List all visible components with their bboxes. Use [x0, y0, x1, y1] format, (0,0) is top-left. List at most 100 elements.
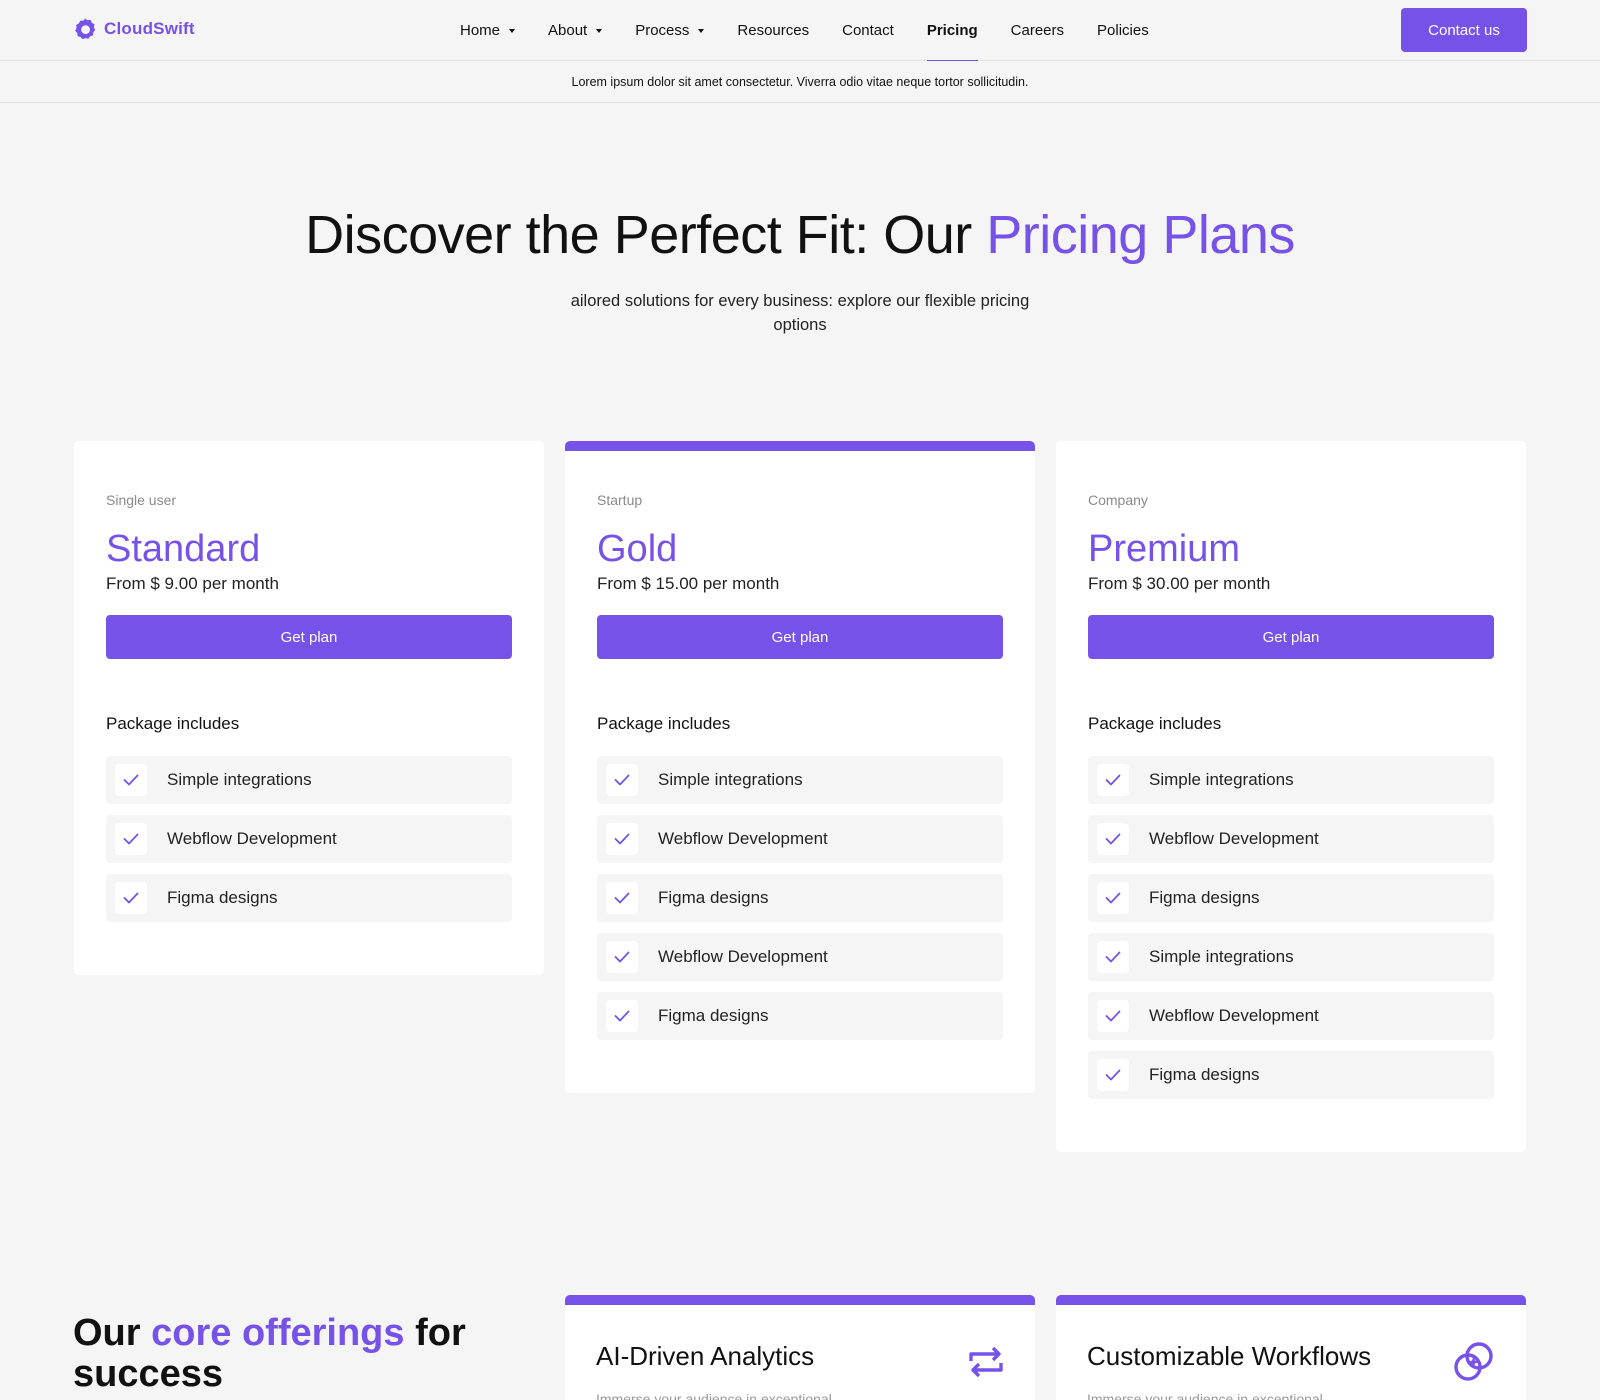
check-icon [606, 1000, 638, 1032]
check-icon [606, 941, 638, 973]
offering-card-title: Customizable Workflows [1087, 1341, 1372, 1371]
feature-label: Webflow Development [658, 947, 828, 966]
feature-item: Webflow Development [1088, 992, 1494, 1040]
feature-label: Figma designs [167, 888, 278, 907]
feature-item: Simple integrations [1088, 756, 1494, 804]
nav-item-label: About [548, 22, 588, 39]
feature-label: Figma designs [658, 1006, 769, 1025]
plan-name: Standard [106, 528, 261, 570]
feature-label: Simple integrations [658, 770, 803, 789]
feature-label: Figma designs [658, 888, 769, 907]
offerings-title-accent: core offerings [151, 1312, 405, 1354]
feature-item: Figma designs [1088, 874, 1494, 922]
nav-item-label: Resources [737, 22, 810, 39]
feature-item: Figma designs [597, 992, 1003, 1040]
plan-price: From $ 30.00 per month [1088, 574, 1271, 593]
cloud-logo-icon [75, 18, 96, 40]
feature-label: Webflow Development [167, 829, 337, 848]
pricing-card-premium: Company Premium From $ 30.00 per month G… [1056, 441, 1526, 1152]
check-icon [115, 764, 147, 796]
feature-label: Webflow Development [658, 829, 828, 848]
get-plan-button[interactable]: Get plan [597, 615, 1003, 659]
check-icon [1097, 764, 1129, 796]
nav-item-process[interactable]: Process [635, 0, 705, 61]
navbar: CloudSwift Home About Process Resources … [0, 0, 1600, 61]
repeat-arrows-icon [969, 1346, 1003, 1378]
plan-price: From $ 15.00 per month [597, 574, 780, 593]
nav-item-resources[interactable]: Resources [737, 0, 809, 61]
offering-card-title: AI-Driven Analytics [596, 1341, 815, 1371]
page-subtitle: ailored solutions for every business: ex… [570, 292, 1030, 334]
feature-item: Simple integrations [106, 756, 512, 804]
page-title: Discover the Perfect Fit: Our Pricing Pl… [0, 204, 1600, 266]
nav-item-label: Contact [842, 22, 894, 39]
nav-item-about[interactable]: About [548, 0, 603, 61]
nav-item-label: Careers [1010, 22, 1065, 39]
offerings-title-prefix: Our [73, 1312, 152, 1354]
offering-card-text: Immerse your audience in exceptional [596, 1391, 832, 1400]
plan-name: Gold [597, 528, 678, 570]
nav-item-label: Process [635, 22, 690, 39]
plan-eyebrow: Company [1088, 492, 1148, 508]
linked-rings-icon [1454, 1342, 1493, 1381]
pricing-card-standard: Single user Standard From $ 9.00 per mon… [74, 441, 544, 975]
chevron-down-icon [698, 28, 705, 33]
package-includes-heading: Package includes [106, 714, 240, 733]
nav-item-label: Policies [1097, 22, 1149, 39]
feature-label: Figma designs [1149, 888, 1260, 907]
nav-item-home[interactable]: Home [460, 0, 516, 61]
check-icon [1097, 882, 1129, 914]
announcement-bar: Lorem ipsum dolor sit amet consectetur. … [0, 61, 1600, 103]
feature-item: Figma designs [106, 874, 512, 922]
package-includes-heading: Package includes [1088, 714, 1222, 733]
feature-label: Simple integrations [1149, 770, 1294, 789]
feature-item: Figma designs [597, 874, 1003, 922]
nav-item-policies[interactable]: Policies [1097, 0, 1149, 61]
get-plan-button[interactable]: Get plan [1088, 615, 1494, 659]
check-icon [1097, 941, 1129, 973]
package-includes-heading: Package includes [597, 714, 731, 733]
check-icon [1097, 1000, 1129, 1032]
offering-card-workflows: Customizable Workflows Immerse your audi… [1056, 1295, 1526, 1400]
feature-item: Simple integrations [597, 756, 1003, 804]
brand-logo[interactable]: CloudSwift [73, 17, 195, 41]
main-nav: Home About Process Resources Contact Pri… [460, 0, 1182, 61]
pricing-card-gold: Startup Gold From $ 15.00 per month Get … [565, 441, 1035, 1093]
offering-card-text: Immerse your audience in exceptional [1087, 1391, 1323, 1400]
plan-eyebrow: Startup [597, 492, 643, 508]
feature-label: Webflow Development [1149, 829, 1319, 848]
chevron-down-icon [596, 28, 603, 33]
feature-item: Webflow Development [597, 815, 1003, 863]
contact-us-button[interactable]: Contact us [1401, 8, 1527, 52]
nav-item-label: Pricing [926, 22, 978, 39]
feature-item: Webflow Development [1088, 815, 1494, 863]
feature-list: Simple integrations Webflow Development … [106, 756, 512, 975]
nav-item-contact[interactable]: Contact [842, 0, 894, 61]
feature-list: Simple integrations Webflow Development … [1088, 756, 1494, 1152]
nav-item-label: Home [460, 22, 501, 39]
offering-card-analytics: AI-Driven Analytics Immerse your audienc… [565, 1295, 1035, 1400]
chevron-down-icon [509, 28, 516, 33]
plan-name: Premium [1088, 528, 1241, 570]
check-icon [606, 764, 638, 796]
nav-item-pricing[interactable]: Pricing [926, 0, 978, 61]
feature-item: Figma designs [1088, 1051, 1494, 1099]
check-icon [115, 823, 147, 855]
announcement-text: Lorem ipsum dolor sit amet consectetur. … [571, 74, 1029, 89]
check-icon [606, 823, 638, 855]
feature-label: Webflow Development [1149, 1006, 1319, 1025]
plan-eyebrow: Single user [106, 492, 177, 508]
feature-item: Webflow Development [597, 933, 1003, 981]
page-title-prefix: Discover the Perfect Fit: Our [305, 205, 987, 265]
feature-label: Simple integrations [1149, 947, 1294, 966]
check-icon [606, 882, 638, 914]
feature-item: Webflow Development [106, 815, 512, 863]
check-icon [1097, 1059, 1129, 1091]
check-icon [115, 882, 147, 914]
feature-label: Simple integrations [167, 770, 312, 789]
brand-name: CloudSwift [104, 19, 195, 38]
feature-item: Simple integrations [1088, 933, 1494, 981]
nav-item-careers[interactable]: Careers [1011, 0, 1064, 61]
get-plan-button[interactable]: Get plan [106, 615, 512, 659]
feature-label: Figma designs [1149, 1065, 1260, 1084]
